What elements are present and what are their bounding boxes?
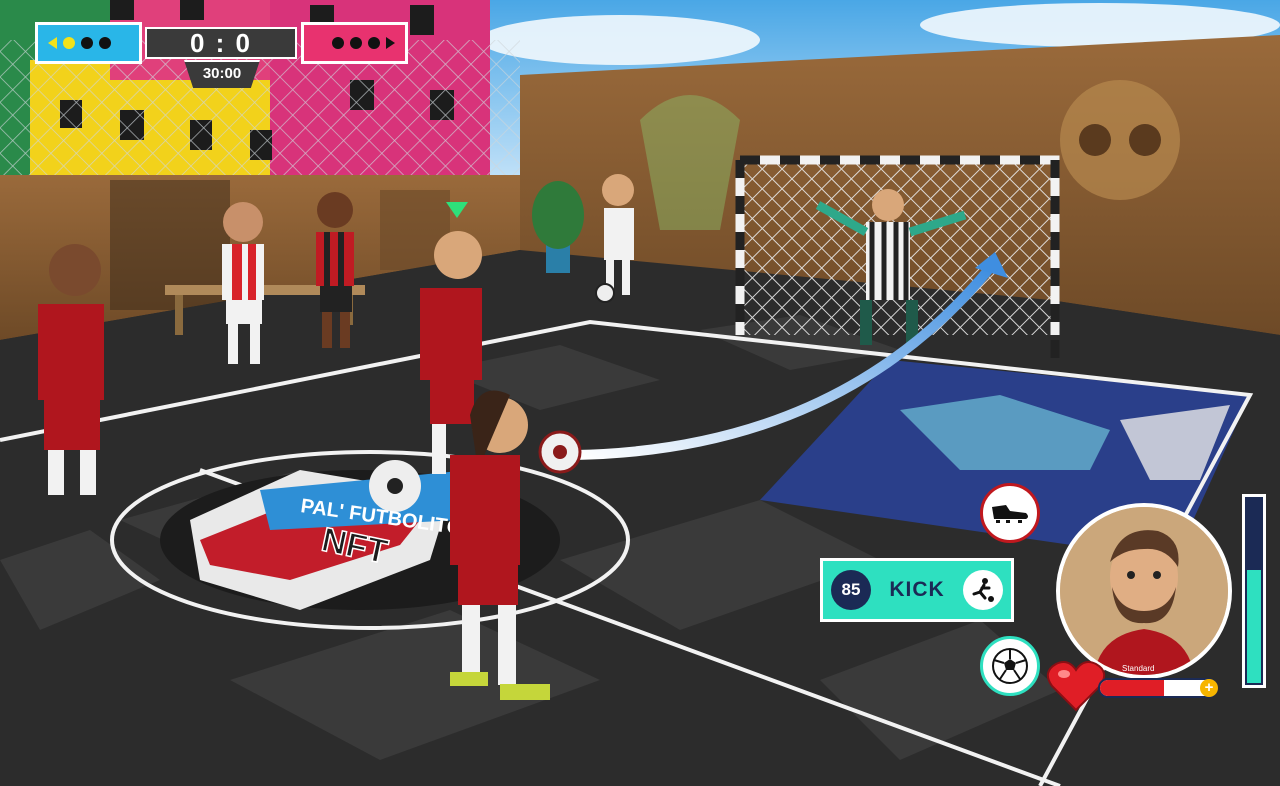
player-portrait	[1056, 503, 1232, 679]
stamina-bar	[1242, 494, 1266, 688]
heart-icon	[1046, 661, 1106, 712]
player-avatar	[1060, 507, 1228, 675]
plus-icon[interactable]: +	[1200, 679, 1218, 697]
possession-dot	[81, 37, 93, 49]
pass-ball-button[interactable]	[980, 636, 1040, 696]
arrow-right-icon	[386, 37, 395, 49]
away-team-indicator	[301, 22, 408, 64]
plant-pot	[546, 245, 570, 273]
health-fill	[1100, 680, 1164, 696]
stamina-fill	[1247, 570, 1261, 683]
possession-dot	[99, 37, 111, 49]
arrow-left-icon	[48, 37, 57, 49]
kit-label: Standard	[1122, 664, 1155, 673]
boot-icon	[992, 505, 1028, 523]
possession-dot	[332, 37, 344, 49]
home-team-indicator	[35, 22, 142, 64]
score-display: 0 : 0	[145, 27, 297, 59]
kick-button[interactable]: 85 KICK	[820, 558, 1014, 622]
boot-button[interactable]	[980, 483, 1040, 543]
kick-label: KICK	[889, 578, 945, 601]
kicking-player-icon	[963, 570, 1003, 610]
possession-dot	[63, 37, 75, 49]
soccer-ball-icon	[992, 648, 1028, 684]
kick-power-value: 85	[831, 570, 871, 610]
match-timer: 30:00	[184, 60, 260, 88]
possession-dot	[350, 37, 362, 49]
plant	[532, 181, 584, 249]
possession-dot	[368, 37, 380, 49]
